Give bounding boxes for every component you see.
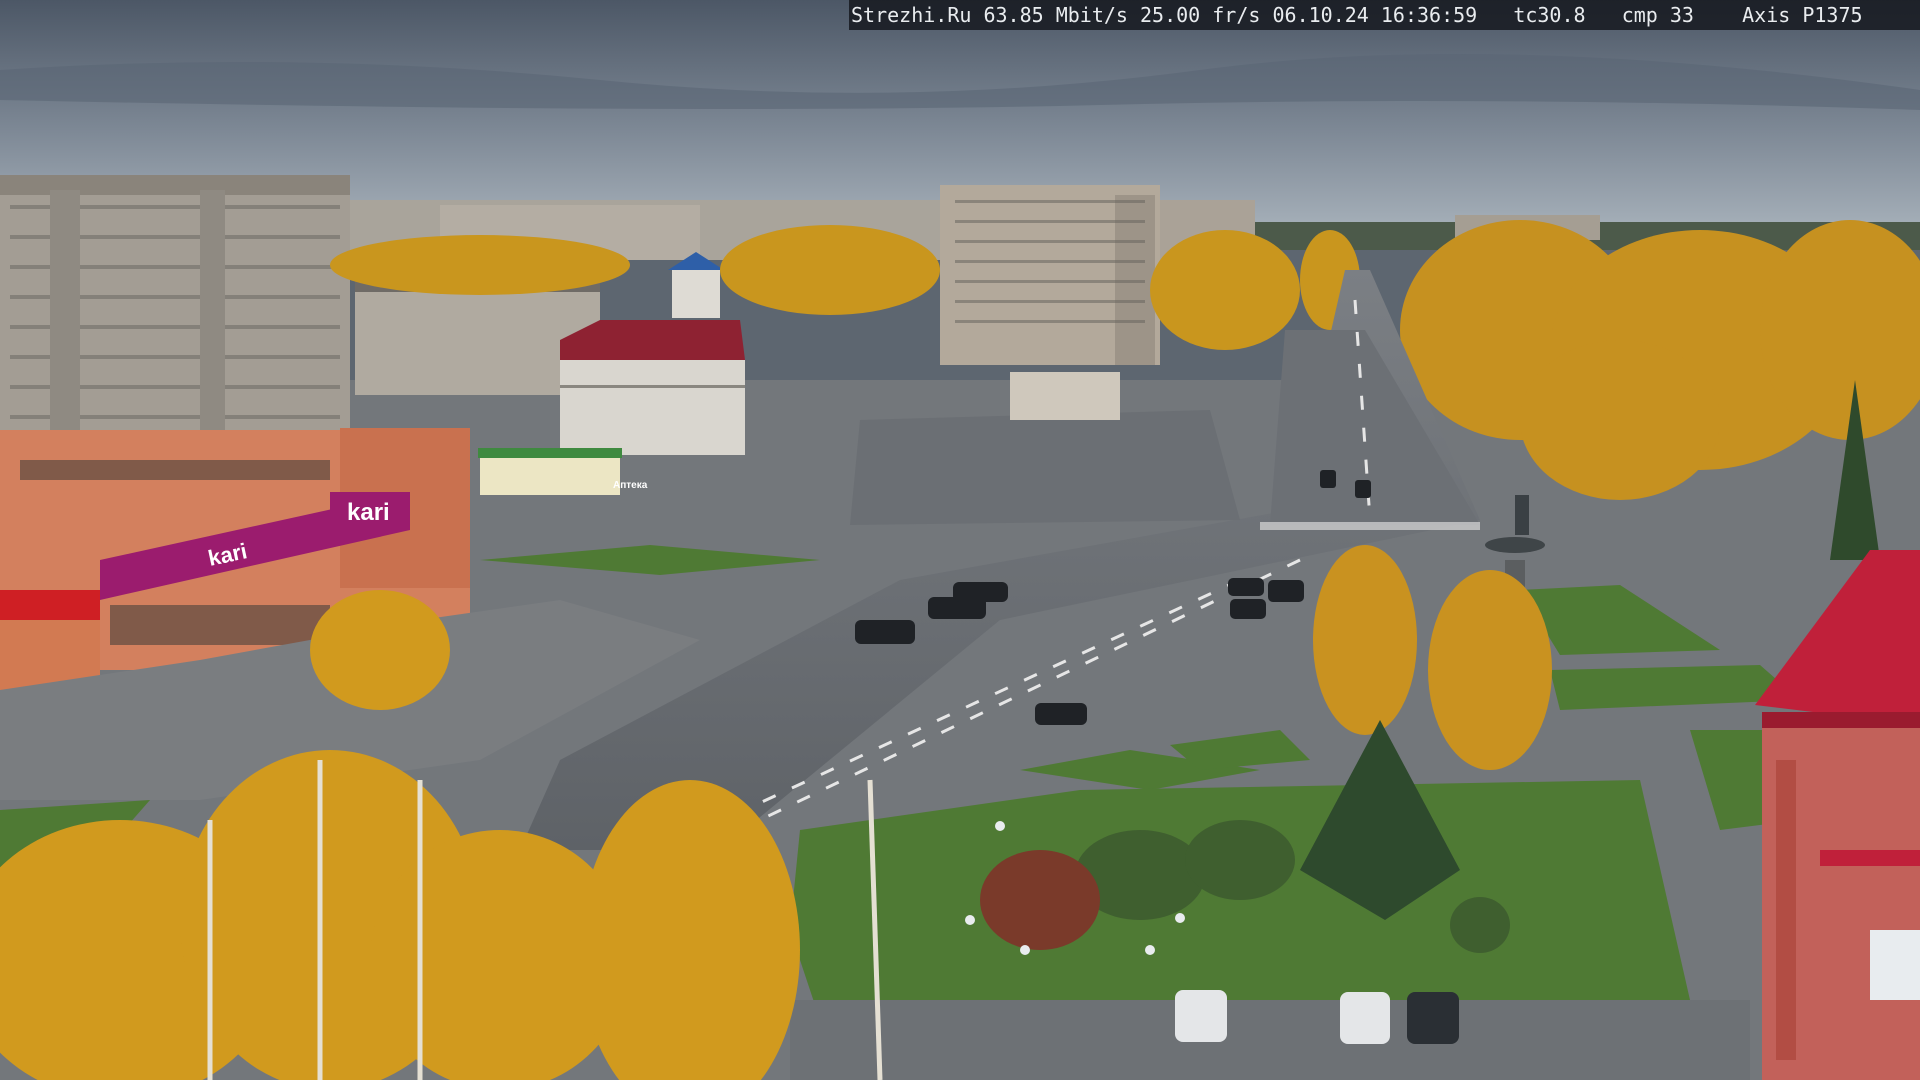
osd-site: Strezhi.Ru (851, 3, 972, 27)
blue-roof-tower (672, 268, 720, 318)
paved-square (850, 410, 1240, 525)
camera-osd-overlay: Strezhi.Ru 63.85 Mbit/s 25.00 fr/s 06.10… (849, 0, 1920, 30)
parking-lot (790, 1000, 1750, 1080)
kari-logo: kari (347, 499, 390, 526)
low-building (1010, 372, 1120, 420)
red-roof-building (560, 320, 745, 455)
red-shrub (980, 850, 1100, 950)
osd-time: 16:36:59 (1380, 3, 1478, 27)
pharmacy-sign: Аптека (613, 480, 648, 491)
kiosk (480, 455, 620, 495)
osd-date: 06.10.24 (1272, 3, 1369, 27)
street-camera-view: kari kari Аптека (0, 0, 1920, 1080)
osd-framerate: 25.00 fr/s (1140, 3, 1261, 27)
osd-cmp: cmp 33 (1621, 3, 1694, 27)
crosswalk (1260, 522, 1480, 530)
osd-bitrate: 63.85 Mbit/s (983, 3, 1128, 27)
osd-camera: Axis P1375 (1742, 3, 1863, 27)
osd-tc: tc30.8 (1513, 3, 1586, 27)
